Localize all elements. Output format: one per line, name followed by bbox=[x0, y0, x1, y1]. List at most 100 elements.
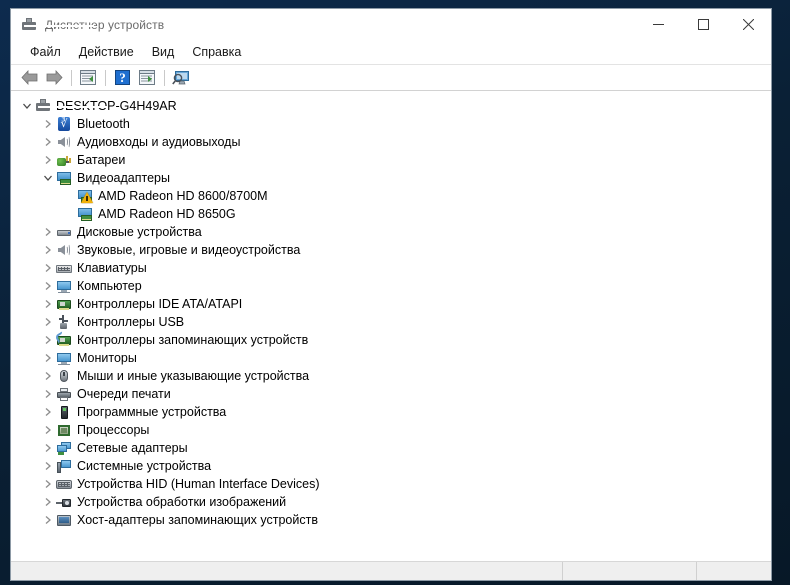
menu-item-view[interactable]: Вид bbox=[143, 42, 184, 63]
computer-icon bbox=[35, 98, 108, 114]
chevron-right-icon[interactable] bbox=[40, 350, 56, 366]
device-tree[interactable]: DESKTOP-G4H49AR ∛ Bluetooth Аудиовходы и… bbox=[11, 91, 771, 561]
tree-row[interactable]: Батареи bbox=[11, 151, 771, 169]
back-button[interactable] bbox=[17, 67, 41, 89]
tree-row[interactable]: Системные устройства bbox=[11, 457, 771, 475]
chevron-down-icon[interactable] bbox=[19, 98, 35, 114]
tree-row-label: Программные устройства bbox=[77, 405, 227, 419]
tree-row-label: AMD Radeon HD 8650G bbox=[98, 207, 236, 221]
tree-row-label: Контроллеры запоминающих устройств bbox=[77, 333, 309, 347]
status-pane-secondary bbox=[563, 562, 697, 580]
tree-row[interactable]: Контроллеры USB bbox=[11, 313, 771, 331]
tree-row[interactable]: Видеоадаптеры bbox=[11, 169, 771, 187]
tree-row[interactable]: Очереди печати bbox=[11, 385, 771, 403]
chevron-right-icon[interactable] bbox=[40, 152, 56, 168]
tree-row[interactable]: Процессоры bbox=[11, 421, 771, 439]
show-hide-console-tree-button[interactable] bbox=[76, 67, 100, 89]
tree-row[interactable]: Сетевые адаптеры bbox=[11, 439, 771, 457]
chevron-right-icon[interactable] bbox=[40, 386, 56, 402]
tree-row[interactable]: Клавиатуры bbox=[11, 259, 771, 277]
chevron-right-icon[interactable] bbox=[40, 116, 56, 132]
chevron-right-icon[interactable] bbox=[40, 278, 56, 294]
tree-row[interactable]: Хост-адаптеры запоминающих устройств bbox=[11, 511, 771, 529]
tree-row[interactable]: Звуковые, игровые и видеоустройства bbox=[11, 241, 771, 259]
speaker-icon bbox=[56, 134, 72, 150]
chevron-right-icon[interactable] bbox=[40, 332, 56, 348]
display-adapter-icon bbox=[56, 170, 72, 186]
tree-row-label: Дисковые устройства bbox=[77, 225, 202, 239]
chevron-right-icon[interactable] bbox=[40, 296, 56, 312]
speaker-icon bbox=[56, 242, 72, 258]
tree-row-label: Клавиатуры bbox=[77, 261, 147, 275]
tree-row-label: Процессоры bbox=[77, 423, 150, 437]
svg-text:?: ? bbox=[119, 70, 126, 85]
menu-item-action[interactable]: Действие bbox=[70, 42, 143, 63]
minimize-button[interactable] bbox=[636, 9, 681, 40]
menu-item-file[interactable]: Файл bbox=[21, 42, 70, 63]
chevron-right-icon[interactable] bbox=[40, 242, 56, 258]
tree-row[interactable]: Контроллеры запоминающих устройств bbox=[11, 331, 771, 349]
tree-row[interactable]: Компьютер bbox=[11, 277, 771, 295]
chevron-right-icon[interactable] bbox=[40, 512, 56, 528]
battery-icon bbox=[56, 152, 72, 168]
device-manager-icon bbox=[21, 17, 94, 33]
tree-row-label: Очереди печати bbox=[77, 387, 171, 401]
tree-row-label: Компьютер bbox=[77, 279, 142, 293]
tree-row[interactable]: Устройства обработки изображений bbox=[11, 493, 771, 511]
tree-row-label: Системные устройства bbox=[77, 459, 212, 473]
tree-row[interactable]: Программные устройства bbox=[11, 403, 771, 421]
close-button[interactable] bbox=[726, 9, 771, 40]
title-bar[interactable]: Диспетчер устройств bbox=[11, 9, 771, 41]
help-button[interactable]: ? bbox=[110, 67, 134, 89]
chevron-down-icon[interactable] bbox=[40, 170, 56, 186]
maximize-button[interactable] bbox=[681, 9, 726, 40]
tree-row[interactable]: Контроллеры IDE ATA/ATAPI bbox=[11, 295, 771, 313]
chevron-right-icon[interactable] bbox=[40, 368, 56, 384]
chevron-right-icon[interactable] bbox=[40, 314, 56, 330]
chevron-right-icon[interactable] bbox=[40, 404, 56, 420]
chevron-right-icon[interactable] bbox=[40, 260, 56, 276]
properties-button[interactable] bbox=[135, 67, 159, 89]
tree-row-label: Устройства обработки изображений bbox=[77, 495, 287, 509]
tree-row[interactable]: Мониторы bbox=[11, 349, 771, 367]
chevron-right-icon[interactable] bbox=[40, 134, 56, 150]
arrow-right-icon bbox=[46, 70, 63, 85]
tree-row[interactable]: Аудиовходы и аудиовыходы bbox=[11, 133, 771, 151]
tree-row[interactable]: ∛ Bluetooth bbox=[11, 115, 771, 133]
chevron-right-icon[interactable] bbox=[40, 224, 56, 240]
monitor-icon bbox=[56, 350, 72, 366]
tree-row-label: Звуковые, игровые и видеоустройства bbox=[77, 243, 301, 257]
tree-row-label: Батареи bbox=[77, 153, 126, 167]
cpu-icon bbox=[56, 422, 72, 438]
tree-row[interactable]: Дисковые устройства bbox=[11, 223, 771, 241]
question-mark-icon: ? bbox=[114, 70, 130, 85]
software-device-icon bbox=[56, 404, 72, 420]
tree-row-label: Аудиовходы и аудиовыходы bbox=[77, 135, 241, 149]
scan-for-hardware-changes-button[interactable] bbox=[169, 67, 193, 89]
ide-controller-icon bbox=[56, 296, 72, 312]
toolbar-separator-1 bbox=[71, 69, 72, 86]
window-controls bbox=[636, 9, 771, 40]
window-list-icon bbox=[80, 70, 96, 85]
tree-row[interactable]: Мыши и иные указывающие устройства bbox=[11, 367, 771, 385]
chevron-right-icon[interactable] bbox=[40, 458, 56, 474]
arrow-left-icon bbox=[20, 70, 37, 85]
tree-row[interactable]: Устройства HID (Human Interface Devices) bbox=[11, 475, 771, 493]
bluetooth-icon: ∛ bbox=[56, 116, 72, 132]
tree-row[interactable]: AMD Radeon HD 8600/8700M bbox=[11, 187, 771, 205]
chevron-right-icon[interactable] bbox=[40, 440, 56, 456]
chevron-right-icon[interactable] bbox=[40, 422, 56, 438]
tree-row-label: Мониторы bbox=[77, 351, 137, 365]
chevron-right-icon[interactable] bbox=[40, 476, 56, 492]
host-adapter-icon bbox=[56, 512, 72, 528]
forward-button[interactable] bbox=[42, 67, 66, 89]
usb-icon bbox=[56, 314, 72, 330]
tree-row[interactable]: AMD Radeon HD 8650G bbox=[11, 205, 771, 223]
status-pane-message bbox=[11, 562, 563, 580]
imaging-device-icon bbox=[56, 494, 72, 510]
tree-row-label: Контроллеры IDE ATA/ATAPI bbox=[77, 297, 243, 311]
tree-row[interactable]: DESKTOP-G4H49AR bbox=[11, 97, 771, 115]
toolbar-separator-3 bbox=[164, 69, 165, 86]
menu-item-help[interactable]: Справка bbox=[183, 42, 250, 63]
chevron-right-icon[interactable] bbox=[40, 494, 56, 510]
